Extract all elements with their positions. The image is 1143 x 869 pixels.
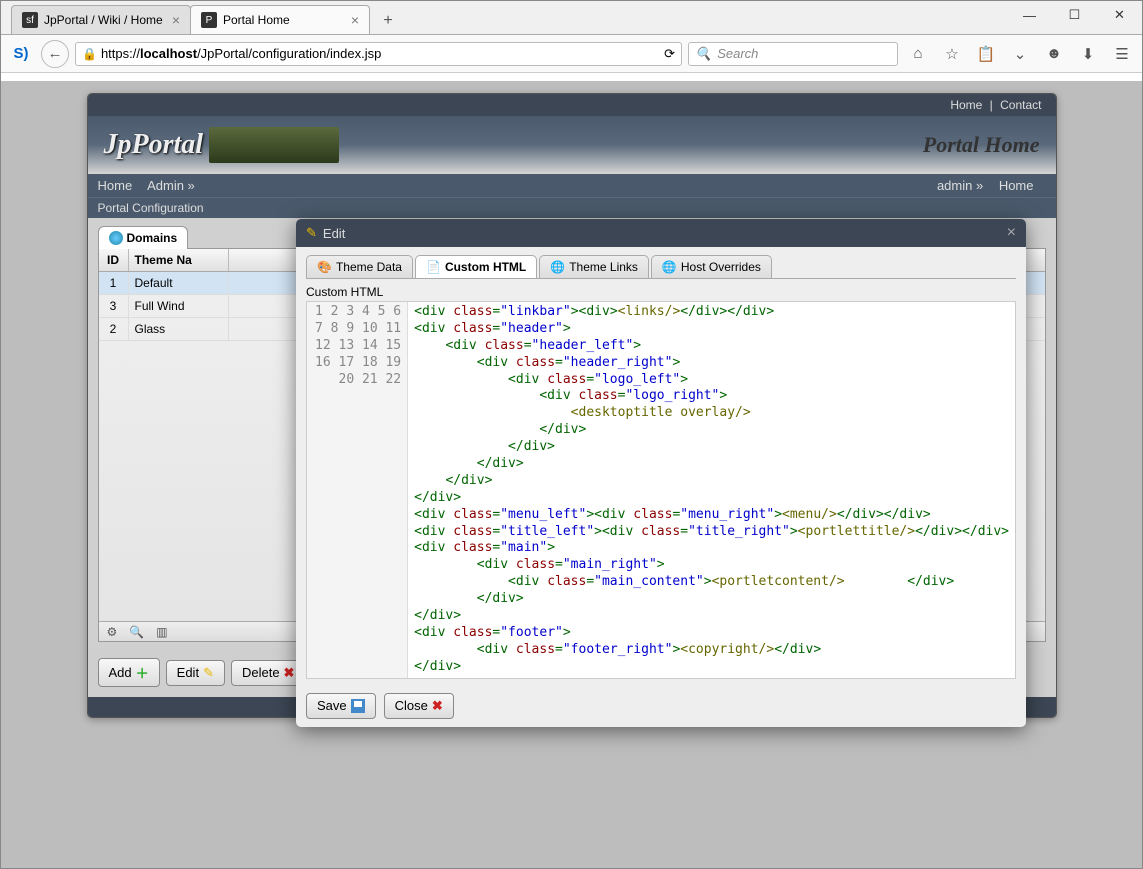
modal-titlebar[interactable]: ✎ Edit × (296, 219, 1026, 247)
browser-tabs: sf JpPortal / Wiki / Home × P Portal Hom… (1, 1, 1142, 35)
edit-button[interactable]: Edit ✎ (166, 660, 225, 686)
favicon-icon: sf (22, 12, 38, 28)
modal-title-text: Edit (323, 226, 345, 241)
menu-user[interactable]: admin » (937, 178, 983, 193)
tab-icon: 🎨 (317, 260, 332, 274)
modal-tab-1[interactable]: 📄Custom HTML (415, 255, 537, 278)
code-area[interactable]: <div class="linkbar"><div><links/></div>… (408, 302, 1015, 678)
list-icon[interactable]: ▥ (156, 625, 167, 639)
sub-bar: Portal Configuration (88, 197, 1056, 218)
search-placeholder: Search (717, 46, 758, 61)
modal-tab-3[interactable]: 🌐Host Overrides (651, 255, 772, 278)
menu-bar: Home Admin » admin » Home (88, 174, 1056, 197)
maximize-button[interactable]: ☐ (1052, 1, 1097, 29)
menu-home[interactable]: Home (98, 178, 133, 193)
browser-tab-0[interactable]: sf JpPortal / Wiki / Home × (11, 5, 191, 34)
code-editor[interactable]: 1 2 3 4 5 6 7 8 9 10 11 12 13 14 15 16 1… (306, 301, 1016, 679)
logo: JpPortal (104, 127, 340, 163)
modal-body: 🎨Theme Data📄Custom HTML🌐Theme Links🌐Host… (296, 247, 1026, 727)
browser-window: — ☐ ✕ sf JpPortal / Wiki / Home × P Port… (0, 0, 1143, 869)
clipboard-icon[interactable]: 📋 (972, 40, 1000, 68)
url-text: https://localhost/JpPortal/configuration… (101, 46, 381, 61)
url-input[interactable]: 🔒 https://localhost/JpPortal/configurati… (75, 42, 682, 66)
close-tab-icon[interactable]: × (351, 12, 359, 28)
search-icon: 🔍 (695, 46, 711, 62)
disk-icon (351, 699, 365, 713)
save-button[interactable]: Save (306, 693, 376, 719)
downloads-icon[interactable]: ⬇ (1074, 40, 1102, 68)
col-id[interactable]: ID (99, 249, 129, 271)
add-button[interactable]: Add ＋ (98, 658, 160, 687)
lock-icon: 🔒 (82, 47, 97, 61)
identity-icon[interactable]: S) (7, 40, 35, 68)
face-icon[interactable]: ☻ (1040, 40, 1068, 68)
reload-icon[interactable]: ⟳ (664, 46, 675, 62)
pocket-icon[interactable]: ⌄ (1006, 40, 1034, 68)
menu-admin[interactable]: Admin » (147, 178, 195, 193)
tab-icon: 📄 (426, 260, 441, 274)
close-modal-icon[interactable]: × (1007, 224, 1016, 242)
gear-icon[interactable]: ⚙ (107, 625, 118, 639)
search-input[interactable]: 🔍 Search (688, 42, 898, 66)
tab-label: Domains (127, 231, 178, 245)
x-icon: ✖ (284, 665, 295, 681)
topnav-home[interactable]: Home (950, 98, 982, 112)
x-icon: ✖ (432, 698, 443, 714)
logo-image (209, 127, 339, 163)
back-button[interactable]: ← (41, 40, 69, 68)
close-window-button[interactable]: ✕ (1097, 1, 1142, 29)
tab-icon: 🌐 (550, 260, 565, 274)
search-icon[interactable]: 🔍 (129, 625, 144, 639)
menu-home-right[interactable]: Home (999, 178, 1034, 193)
address-bar: S) ← 🔒 https://localhost/JpPortal/config… (1, 35, 1142, 73)
line-gutter: 1 2 3 4 5 6 7 8 9 10 11 12 13 14 15 16 1… (307, 302, 408, 678)
modal-tab-0[interactable]: 🎨Theme Data (306, 255, 413, 278)
section-label: Custom HTML (306, 285, 1016, 299)
window-controls: — ☐ ✕ (1007, 1, 1142, 29)
browser-tab-1[interactable]: P Portal Home × (190, 5, 370, 34)
home-icon[interactable]: ⌂ (904, 40, 932, 68)
pencil-icon: ✎ (203, 665, 214, 681)
bookmark-icon[interactable]: ☆ (938, 40, 966, 68)
menu-icon[interactable]: ☰ (1108, 40, 1136, 68)
logo-text: JpPortal (104, 129, 204, 161)
modal-tab-2[interactable]: 🌐Theme Links (539, 255, 649, 278)
globe-icon (109, 231, 123, 245)
delete-button[interactable]: Delete ✖ (231, 660, 305, 686)
modal-buttons: Save Close ✖ (306, 693, 1016, 719)
tab-title: Portal Home (223, 13, 290, 27)
banner: JpPortal Portal Home (88, 116, 1056, 174)
pencil-icon: ✎ (306, 225, 317, 241)
modal-tabs: 🎨Theme Data📄Custom HTML🌐Theme Links🌐Host… (306, 255, 1016, 279)
plus-icon: ＋ (136, 663, 149, 682)
topnav-contact[interactable]: Contact (1000, 98, 1041, 112)
close-button[interactable]: Close ✖ (384, 693, 454, 719)
favicon-icon: P (201, 12, 217, 28)
new-tab-button[interactable]: + (375, 8, 401, 34)
page-title: Portal Home (923, 132, 1040, 158)
tab-domains[interactable]: Domains (98, 226, 189, 249)
tab-icon: 🌐 (662, 260, 677, 274)
close-tab-icon[interactable]: × (172, 12, 180, 28)
tab-title: JpPortal / Wiki / Home (44, 13, 163, 27)
minimize-button[interactable]: — (1007, 1, 1052, 29)
edit-modal: ✎ Edit × 🎨Theme Data📄Custom HTML🌐Theme L… (296, 219, 1026, 727)
col-name[interactable]: Theme Na (129, 249, 229, 271)
top-nav: Home | Contact (88, 94, 1056, 116)
